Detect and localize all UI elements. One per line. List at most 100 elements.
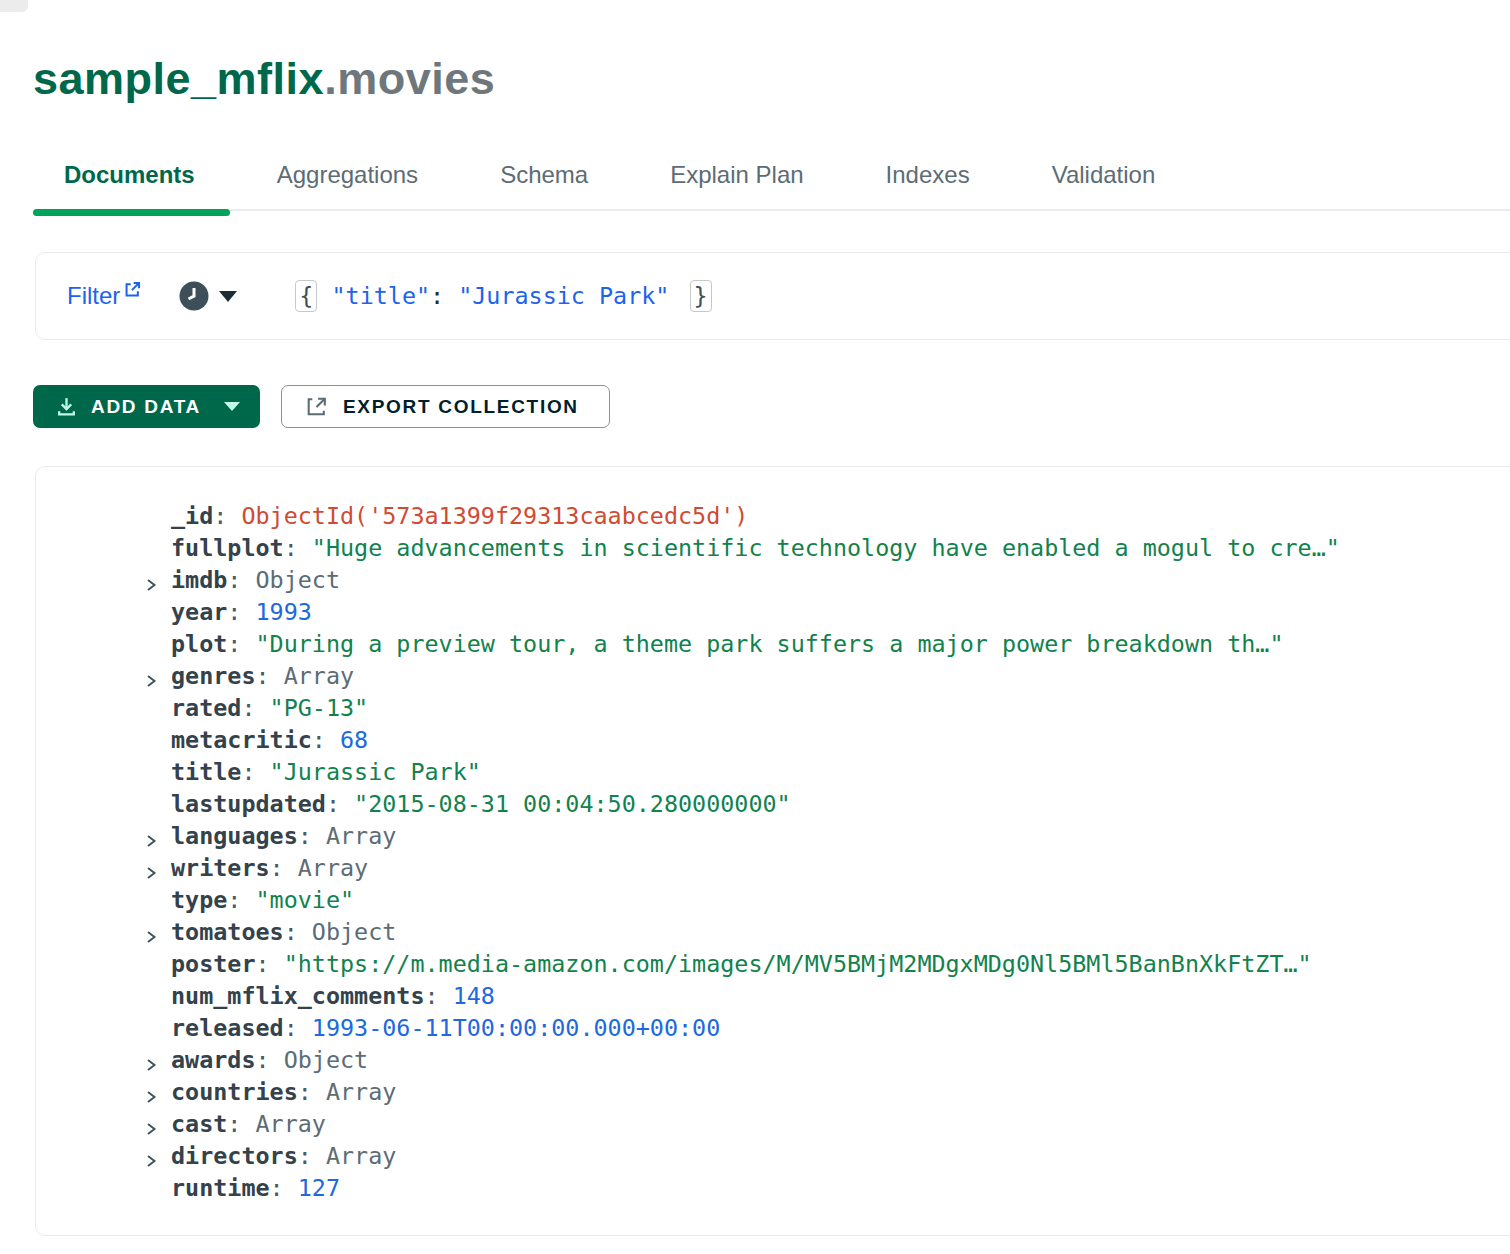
field-colon: :	[298, 822, 326, 850]
field-value: Array	[326, 822, 396, 850]
collection-name: .movies	[324, 53, 495, 104]
field-value: Object	[256, 566, 341, 594]
document-field-row[interactable]: title: "Jurassic Park"	[36, 756, 1510, 788]
field-value: "2015-08-31 00:04:50.280000000"	[354, 790, 791, 818]
field-colon: :	[213, 502, 241, 530]
field-colon: :	[256, 1046, 284, 1074]
field-key: directors	[171, 1142, 298, 1170]
field-key: writers	[171, 854, 270, 882]
field-value: 127	[298, 1174, 340, 1202]
tab-indexes[interactable]: Indexes	[886, 161, 970, 189]
document-field-row[interactable]: languages: Array	[36, 820, 1510, 852]
field-value: "During a preview tour, a theme park suf…	[256, 630, 1284, 658]
document-field-row[interactable]: runtime: 127	[36, 1172, 1510, 1204]
field-key: year	[171, 598, 227, 626]
tab-schema[interactable]: Schema	[500, 161, 588, 189]
filter-link[interactable]: Filter	[67, 282, 142, 310]
field-colon: :	[241, 758, 269, 786]
download-icon	[55, 395, 78, 418]
document-field-row[interactable]: poster: "https://m.media-amazon.com/imag…	[36, 948, 1510, 980]
chevron-down-icon	[224, 402, 240, 411]
page-title: sample_mflix.movies	[33, 53, 1510, 105]
document-field-row[interactable]: writers: Array	[36, 852, 1510, 884]
document-card: _id: ObjectId('573a1399f29313caabcedc5d'…	[35, 466, 1510, 1236]
filter-label: Filter	[67, 282, 120, 310]
field-value: Array	[298, 854, 368, 882]
document-field-row[interactable]: year: 1993	[36, 596, 1510, 628]
query-input[interactable]: { "title" : "Jurassic Park" }	[295, 280, 711, 312]
export-collection-button[interactable]: EXPORT COLLECTION	[281, 385, 610, 428]
document-field-row[interactable]: type: "movie"	[36, 884, 1510, 916]
field-key: num_mflix_comments	[171, 982, 424, 1010]
field-colon: :	[256, 662, 284, 690]
document-field-row[interactable]: awards: Object	[36, 1044, 1510, 1076]
add-data-button[interactable]: ADD DATA	[33, 385, 260, 428]
field-key: genres	[171, 662, 256, 690]
document-field-row[interactable]: fullplot: "Huge advancements in scientif…	[36, 532, 1510, 564]
field-colon: :	[227, 566, 255, 594]
field-colon: :	[326, 790, 354, 818]
field-key: runtime	[171, 1174, 270, 1202]
document-field-row[interactable]: _id: ObjectId('573a1399f29313caabcedc5d'…	[36, 500, 1510, 532]
close-brace: }	[690, 280, 712, 312]
document-field-row[interactable]: num_mflix_comments: 148	[36, 980, 1510, 1012]
external-link-icon	[123, 280, 142, 299]
query-history-control[interactable]	[179, 281, 237, 311]
tab-aggregations[interactable]: Aggregations	[277, 161, 418, 189]
field-key: title	[171, 758, 241, 786]
query-field: "title"	[332, 282, 431, 310]
field-key: _id	[171, 502, 213, 530]
document-field-row[interactable]: released: 1993-06-11T00:00:00.000+00:00	[36, 1012, 1510, 1044]
field-key: metacritic	[171, 726, 312, 754]
tab-validation[interactable]: Validation	[1052, 161, 1156, 189]
add-data-label: ADD DATA	[91, 396, 201, 418]
document-field-row[interactable]: plot: "During a preview tour, a theme pa…	[36, 628, 1510, 660]
field-colon: :	[256, 950, 284, 978]
field-key: plot	[171, 630, 227, 658]
field-key: languages	[171, 822, 298, 850]
field-colon: :	[284, 918, 312, 946]
field-value: Array	[284, 662, 354, 690]
field-value: Object	[284, 1046, 369, 1074]
document-field-row[interactable]: metacritic: 68	[36, 724, 1510, 756]
field-key: rated	[171, 694, 241, 722]
field-key: imdb	[171, 566, 227, 594]
field-value: "movie"	[256, 886, 355, 914]
field-value: "PG-13"	[270, 694, 369, 722]
document-field-row[interactable]: imdb: Object	[36, 564, 1510, 596]
field-colon: :	[270, 854, 298, 882]
field-colon: :	[270, 1174, 298, 1202]
field-value: Array	[256, 1110, 326, 1138]
field-key: fullplot	[171, 534, 284, 562]
field-key: type	[171, 886, 227, 914]
export-collection-label: EXPORT COLLECTION	[343, 396, 579, 418]
field-key: tomatoes	[171, 918, 284, 946]
document-field-row[interactable]: tomatoes: Object	[36, 916, 1510, 948]
document-field-row[interactable]: directors: Array	[36, 1140, 1510, 1172]
document-field-row[interactable]: genres: Array	[36, 660, 1510, 692]
field-value: Object	[312, 918, 397, 946]
field-key: awards	[171, 1046, 256, 1074]
chevron-down-icon	[219, 291, 237, 302]
clock-icon	[179, 281, 209, 311]
field-key: poster	[171, 950, 256, 978]
document-field-row[interactable]: countries: Array	[36, 1076, 1510, 1108]
document-field-row[interactable]: rated: "PG-13"	[36, 692, 1510, 724]
field-value: 1993	[256, 598, 312, 626]
query-value: "Jurassic Park"	[458, 282, 669, 310]
field-colon: :	[284, 534, 312, 562]
field-colon: :	[227, 630, 255, 658]
document-field-row[interactable]: lastupdated: "2015-08-31 00:04:50.280000…	[36, 788, 1510, 820]
open-brace: {	[295, 280, 317, 312]
field-value: "Jurassic Park"	[270, 758, 481, 786]
tab-documents[interactable]: Documents	[64, 161, 195, 189]
query-colon: :	[430, 282, 444, 310]
field-colon: :	[241, 694, 269, 722]
namespace-name: sample_mflix	[33, 53, 324, 104]
toolbar: ADD DATA EXPORT COLLECTION	[33, 385, 1510, 428]
panel-corner-remnant	[0, 0, 28, 12]
collection-tabs: Documents Aggregations Schema Explain Pl…	[64, 161, 1510, 211]
document-field-row[interactable]: cast: Array	[36, 1108, 1510, 1140]
field-colon: :	[227, 886, 255, 914]
tab-explain-plan[interactable]: Explain Plan	[670, 161, 803, 189]
